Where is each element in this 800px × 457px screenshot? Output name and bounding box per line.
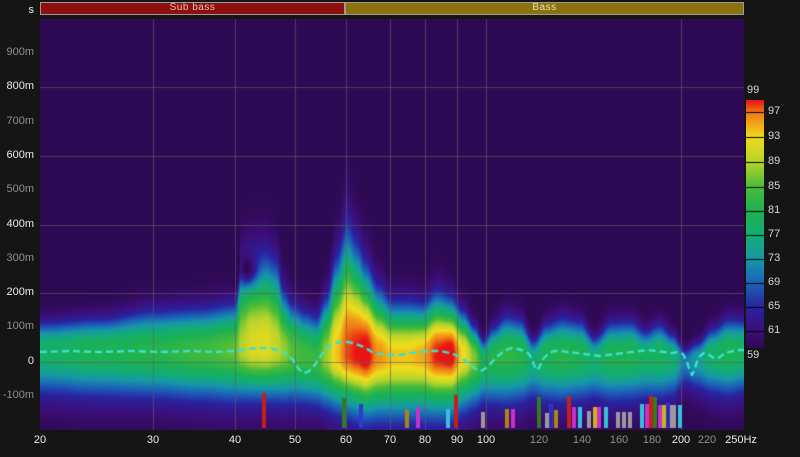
- legend-tick-label: 89: [768, 155, 780, 167]
- x-axis-label: 80: [419, 434, 431, 446]
- x-axis-label: 30: [147, 434, 159, 446]
- y-axis-label: 500m: [0, 183, 34, 195]
- legend-colorbar: [746, 100, 764, 348]
- x-axis-label: 160: [610, 434, 628, 446]
- legend-tick-label: 77: [768, 228, 780, 240]
- y-axis-label: 900m: [0, 46, 34, 58]
- x-axis-label: 70: [384, 434, 396, 446]
- legend-tick-label: 65: [768, 300, 780, 312]
- legend-min-label: 59: [747, 349, 759, 361]
- x-axis-label: 220: [698, 434, 716, 446]
- x-axis-label: 50: [289, 434, 301, 446]
- legend-tick-label: 61: [768, 324, 780, 336]
- y-axis-label: 800m: [0, 80, 34, 92]
- legend-tick-label: 97: [768, 105, 780, 117]
- y-axis-label: 600m: [0, 149, 34, 161]
- y-axis-label: 100m: [0, 320, 34, 332]
- x-axis-label: 20: [34, 434, 46, 446]
- y-axis-label: 400m: [0, 218, 34, 230]
- x-axis-label: 90: [451, 434, 463, 446]
- legend-tick-label: 69: [768, 276, 780, 288]
- x-axis-label: 120: [530, 434, 548, 446]
- y-axis-label: 200m: [0, 286, 34, 298]
- legend-tick-label: 81: [768, 204, 780, 216]
- legend-tick-label: 93: [768, 130, 780, 142]
- x-axis-label: 60: [340, 434, 352, 446]
- band-header-sub-bass-label: Sub bass: [170, 2, 216, 13]
- legend-tick-label: 73: [768, 252, 780, 264]
- x-axis-label: 140: [573, 434, 591, 446]
- x-axis-label: 200: [672, 434, 690, 446]
- x-axis-label: 180: [643, 434, 661, 446]
- y-axis-label: 700m: [0, 115, 34, 127]
- y-axis-label: -100m: [0, 389, 34, 401]
- x-axis-label: 40: [229, 434, 241, 446]
- band-header-bass-label: Bass: [532, 2, 556, 13]
- legend-tick-label: 85: [768, 180, 780, 192]
- x-axis-label: 100: [477, 434, 495, 446]
- legend-max-label: 99: [747, 84, 759, 96]
- y-axis-unit-label: s: [0, 4, 34, 16]
- band-header-bass: Bass: [345, 2, 744, 15]
- y-axis-label: 300m: [0, 252, 34, 264]
- spectrogram-window: s Sub bass Bass 900m 800m 700m 600m 500m 400m…: [0, 0, 800, 457]
- band-header-sub-bass: Sub bass: [40, 2, 345, 15]
- x-axis-label: 250Hz: [725, 434, 757, 446]
- spectrogram-plot-canvas[interactable]: [40, 19, 744, 430]
- y-axis-label: 0: [0, 355, 34, 367]
